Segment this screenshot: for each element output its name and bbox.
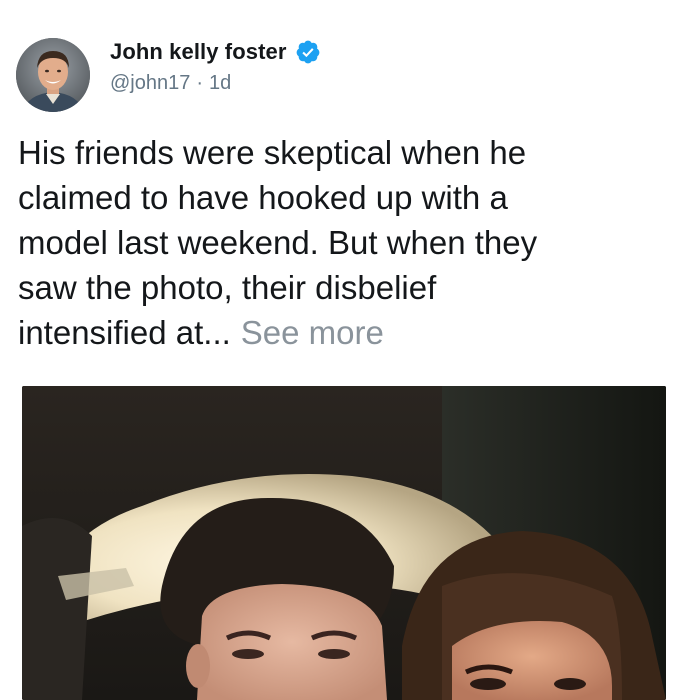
tweet-timestamp[interactable]: 1d: [209, 72, 231, 95]
author-name-row: John kelly foster: [110, 36, 321, 68]
verified-badge-icon: [295, 39, 321, 65]
tweet-text: His friends were skeptical when he claim…: [18, 130, 678, 355]
tweet-text-last-line: intensified at... See more: [18, 310, 678, 355]
tweet-text-truncated: intensified at...: [18, 314, 231, 351]
tweet-text-line: claimed to have hooked up with a: [18, 179, 508, 216]
author-avatar[interactable]: [16, 38, 90, 112]
meta-separator: ·: [196, 72, 204, 94]
user-avatar-icon: [16, 38, 90, 112]
see-more-link[interactable]: See more: [241, 314, 384, 351]
tweet-media-image[interactable]: [22, 386, 666, 700]
tweet-text-line: His friends were skeptical when he: [18, 134, 527, 171]
tweet-meta: @john17 · 1d: [110, 72, 231, 95]
tweet-text-line: saw the photo, their disbelief: [18, 269, 437, 306]
tweet-text-line: model last weekend. But when they: [18, 224, 538, 261]
author-name[interactable]: John kelly foster: [110, 39, 287, 65]
tweet-card: John kelly foster @john17 · 1d His frien…: [0, 0, 700, 700]
author-handle[interactable]: @john17: [110, 72, 190, 95]
selfie-photo-icon: [22, 386, 666, 700]
